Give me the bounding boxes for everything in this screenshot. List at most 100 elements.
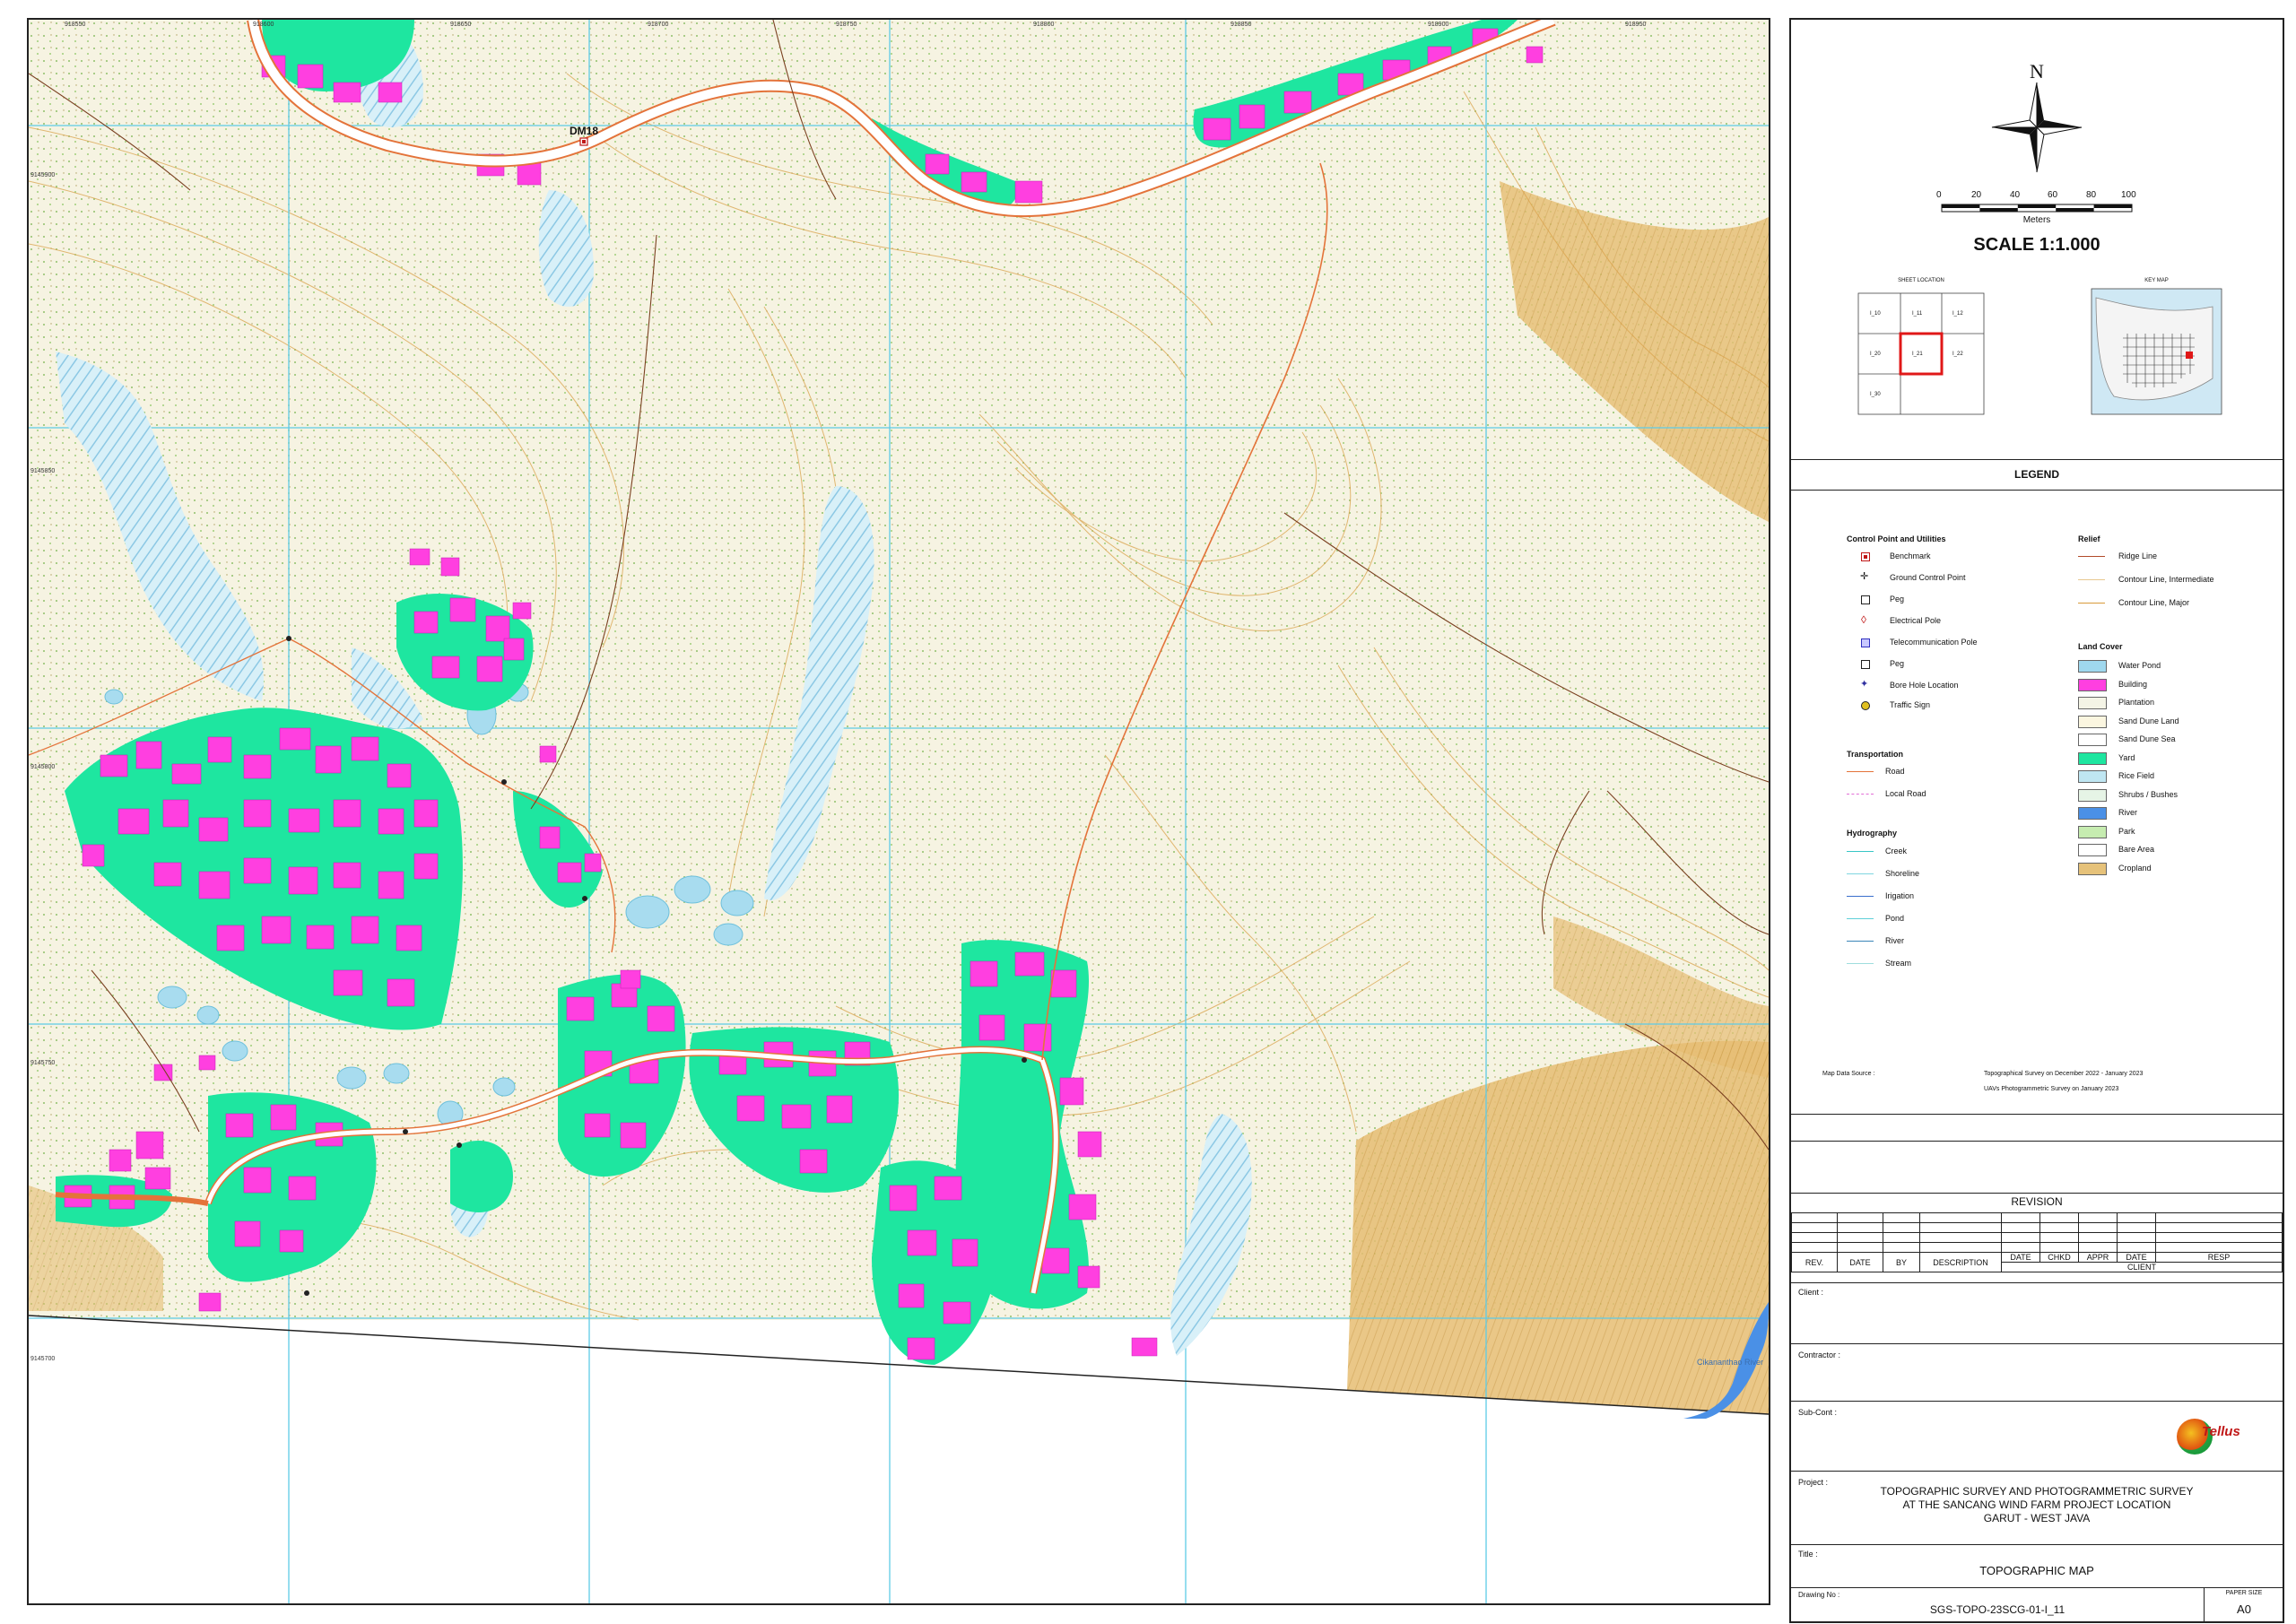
- tick-left: 9145750: [30, 1060, 56, 1066]
- scale-tick: 80: [2086, 190, 2097, 200]
- rev-header: CHKD: [2039, 1252, 2079, 1263]
- bore-hole-icon: ✦: [1860, 679, 1869, 690]
- landcover-swatch: [2078, 751, 2107, 765]
- north-arrow-icon: [1991, 82, 2083, 173]
- legend-item: Electrical Pole: [1890, 616, 1942, 625]
- pond-line-swatch: [1847, 918, 1874, 919]
- legend-item: Contour Line, Intermediate: [2118, 575, 2214, 584]
- scale-tick: 0: [1936, 190, 1942, 200]
- road-line-swatch: [1847, 771, 1874, 772]
- map-source-line: Topographical Survey on December 2022 - …: [1984, 1071, 2144, 1077]
- drawing-number: SGS-TOPO-23SCG-01-I_11: [1929, 1603, 2066, 1616]
- legend-relief-heading: Relief: [2078, 534, 2100, 543]
- title-label: Title :: [1798, 1550, 1818, 1559]
- legend-item: Stream: [1885, 959, 1912, 968]
- landcover-swatch: [2078, 715, 2107, 728]
- north-label: N: [2030, 60, 2044, 83]
- legend-item: Telecommunication Pole: [1890, 638, 1978, 647]
- tick-left: 9145900: [30, 172, 56, 178]
- project-line: AT THE SANCANG WIND FARM PROJECT LOCATIO…: [1902, 1498, 2171, 1511]
- legend-title: LEGEND: [2013, 468, 2059, 481]
- stream-line-swatch: [1847, 963, 1874, 964]
- tick-top: 918750: [836, 22, 857, 28]
- legend-item: Road: [1885, 767, 1905, 776]
- peg-icon: [1861, 660, 1870, 669]
- map-frame[interactable]: Cikananthao River DM18 918550 918600 918…: [27, 18, 1770, 1605]
- scale-tick: 40: [2010, 190, 2021, 200]
- sheet-cell: I_20: [1870, 352, 1881, 357]
- peg-icon: [1861, 595, 1870, 604]
- tick-top: 918650: [450, 22, 472, 28]
- sheet-cell: I_12: [1952, 311, 1963, 317]
- legend-control-heading: Control Point and Utilities: [1847, 534, 1946, 543]
- tick-left: 9145700: [30, 1356, 56, 1362]
- legend-item: Bare Area: [2118, 845, 2155, 854]
- river-label: Cikananthao River: [1697, 1358, 1763, 1367]
- spacer-block: [1791, 1141, 2283, 1194]
- sheet-cell: I_21: [1912, 352, 1923, 357]
- rev-header: BY: [1883, 1252, 1920, 1272]
- tick-top: 918600: [253, 22, 274, 28]
- legend-item: Cropland: [2118, 863, 2152, 873]
- map-info-section: N 0 20 40 60 80 100 Meters SCALE 1:1.000…: [1791, 20, 2283, 460]
- client-section: Client :: [1791, 1282, 2283, 1344]
- legend-item: Sand Dune Land: [2118, 716, 2179, 725]
- subcont-section: Sub-Cont : Tellus: [1791, 1401, 2283, 1472]
- map-source-line: UAVs Photogrammetric Survey on January 2…: [1984, 1086, 2119, 1092]
- contractor-section: Contractor :: [1791, 1343, 2283, 1402]
- rev-header: DATE: [1837, 1252, 1883, 1272]
- scale-tick: 100: [2121, 190, 2136, 200]
- project-section: Project : TOPOGRAPHIC SURVEY AND PHOTOGR…: [1791, 1471, 2283, 1545]
- tick-top: 918800: [1033, 22, 1055, 28]
- creek-line-swatch: [1847, 851, 1874, 852]
- legend-item: Creek: [1885, 847, 1908, 855]
- tick-top: 918900: [1428, 22, 1449, 28]
- traffic-sign-icon: [1861, 701, 1870, 710]
- contractor-label: Contractor :: [1798, 1350, 1841, 1359]
- benchmark-label: DM18: [570, 125, 598, 137]
- ridge-line-swatch: [2078, 556, 2105, 557]
- sheet-cell: I_10: [1870, 311, 1881, 317]
- contour-intermediate-swatch: [2078, 579, 2105, 580]
- tick-top: 918850: [1231, 22, 1252, 28]
- rev-header: APPR: [2078, 1252, 2118, 1263]
- rev-header: DESCRIPTION: [1919, 1252, 2002, 1272]
- subcont-label: Sub-Cont :: [1798, 1408, 1838, 1417]
- drawing-number-section: Drawing No : SGS-TOPO-23SCG-01-I_11 PAPE…: [1791, 1587, 2283, 1621]
- legend-item: Ground Control Point: [1890, 573, 1966, 582]
- legend-item: Pond: [1885, 914, 1905, 923]
- revision-table: REV. DATE BY DESCRIPTION DATE CHKD APPR …: [1791, 1212, 2283, 1272]
- revision-title: REVISION: [2011, 1195, 2063, 1208]
- benchmark-icon: [1861, 552, 1870, 561]
- sheet-cell: I_30: [1870, 392, 1881, 397]
- landcover-swatch: [2078, 660, 2107, 673]
- landcover-swatch: [2078, 788, 2107, 802]
- map-source-label: Map Data Source :: [1822, 1071, 1875, 1077]
- contour-major-swatch: [2078, 603, 2105, 604]
- legend-item: Benchmark: [1890, 551, 1931, 560]
- key-map-graphic: [2091, 288, 2222, 415]
- legend-item: Sand Dune Sea: [2118, 734, 2176, 743]
- benchmark-dm18[interactable]: [579, 137, 588, 146]
- project-line: TOPOGRAPHIC SURVEY AND PHOTOGRAMMETRIC S…: [1880, 1485, 2194, 1498]
- scale-tick: 20: [1971, 190, 1982, 200]
- rev-header: DATE: [2001, 1252, 2040, 1263]
- legend-item: Contour Line, Major: [2118, 598, 2190, 607]
- legend-transport-heading: Transportation: [1847, 750, 1904, 759]
- tick-top: 918700: [648, 22, 669, 28]
- irigation-line-swatch: [1847, 896, 1874, 897]
- paper-size-box: PAPER SIZE A0: [2204, 1587, 2283, 1621]
- rev-header: REV.: [1791, 1252, 1838, 1272]
- tellus-logo-text: Tellus: [2202, 1424, 2240, 1439]
- legend-item: Peg: [1890, 595, 1905, 604]
- legend-item: Bore Hole Location: [1890, 681, 1959, 690]
- landcover-swatch: [2078, 825, 2107, 838]
- drawing-title: TOPOGRAPHIC MAP: [1979, 1564, 2094, 1577]
- rev-client-header: CLIENT: [2001, 1262, 2283, 1272]
- key-map-title: KEY MAP: [2144, 278, 2169, 283]
- map-canvas[interactable]: Cikananthao River DM18: [29, 20, 1769, 1603]
- telecom-pole-icon: [1861, 638, 1870, 647]
- rev-header: RESP: [2155, 1252, 2283, 1263]
- electrical-pole-icon: ◊: [1861, 613, 1866, 626]
- side-panel: N 0 20 40 60 80 100 Meters SCALE 1:1.000…: [1789, 18, 2284, 1623]
